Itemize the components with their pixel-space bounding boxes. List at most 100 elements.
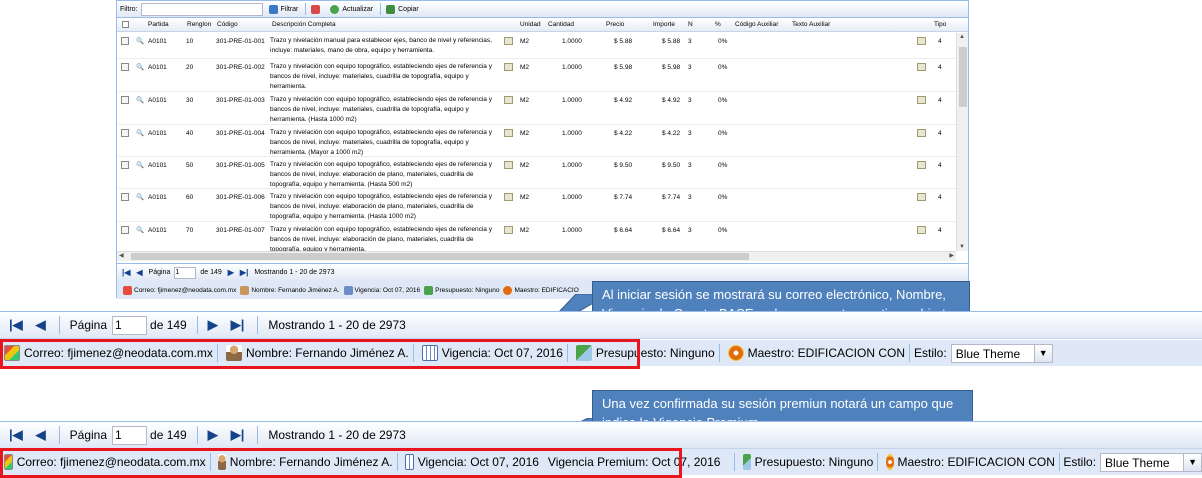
cell-partida: A0101	[148, 38, 167, 45]
column-header-partida[interactable]: Partida	[148, 21, 169, 28]
row-checkbox[interactable]	[121, 129, 129, 137]
edit-note-icon[interactable]	[504, 63, 513, 71]
cell-descripcion: Trazo y nivelación con equipo topográfic…	[270, 63, 492, 90]
funnel-icon	[268, 4, 278, 14]
edit-note-icon[interactable]	[504, 129, 513, 137]
refresh-button[interactable]: Actualizar	[330, 4, 373, 14]
table-row[interactable]: 🔍 A0101 30 301-PRE-01-003 Trazo y nivela…	[117, 92, 956, 125]
gear-icon	[727, 345, 744, 361]
cell-precio: $ 9.50	[614, 162, 633, 169]
row-checkbox[interactable]	[121, 63, 129, 71]
cell-n: 3	[688, 97, 692, 104]
first-page-icon[interactable]: |◀	[9, 317, 23, 333]
chevron-down-icon[interactable]: ▼	[1183, 453, 1202, 471]
clear-filter-button[interactable]	[311, 4, 323, 14]
row-checkbox[interactable]	[121, 226, 129, 234]
cell-descripcion: Trazo y nivelación con equipo topográfic…	[270, 96, 492, 123]
table-row[interactable]: 🔍 A0101 60 301-PRE-01-006 Trazo y nivela…	[117, 189, 956, 222]
horizontal-scrollbar[interactable]: ◀ ▶	[117, 251, 956, 261]
edit-note-icon[interactable]	[504, 226, 513, 234]
page-input[interactable]	[112, 425, 148, 445]
select-all-checkbox[interactable]	[122, 21, 129, 28]
edit-note-icon[interactable]	[917, 226, 926, 234]
page-input[interactable]	[112, 315, 148, 335]
edit-note-icon[interactable]	[917, 63, 926, 71]
row-checkbox[interactable]	[121, 193, 129, 201]
column-header-unidad[interactable]: Unidad	[520, 21, 541, 28]
cell-unidad: M2	[520, 38, 530, 45]
row-checkbox[interactable]	[121, 96, 129, 104]
edit-note-icon[interactable]	[504, 37, 513, 45]
cell-partida: A0101	[148, 162, 167, 169]
status-maestro: Maestro: EDIFICACIO	[514, 286, 579, 294]
edit-note-icon[interactable]	[917, 193, 926, 201]
filter-button[interactable]: Filtrar	[268, 4, 298, 14]
prev-page-icon[interactable]: ◀	[36, 427, 46, 443]
copy-button[interactable]: Copiar	[386, 4, 419, 14]
row-checkbox[interactable]	[121, 37, 129, 45]
edit-note-icon[interactable]	[917, 96, 926, 104]
edit-note-icon[interactable]	[504, 96, 513, 104]
column-header-cantidad[interactable]: Cantidad	[548, 21, 574, 28]
page-input[interactable]	[174, 266, 197, 279]
column-header-importe[interactable]: Importe	[653, 21, 675, 28]
table-row[interactable]: 🔍 A0101 70 301-PRE-01-007 Trazo y nivela…	[117, 222, 956, 251]
column-header-renglon[interactable]: Renglon	[187, 21, 211, 28]
table-row[interactable]: 🔍 A0101 10 301-PRE-01-001 Trazo y nivela…	[117, 33, 956, 59]
prev-page-icon[interactable]: ◀	[136, 268, 142, 277]
filter-input[interactable]	[140, 2, 263, 16]
vertical-scrollbar[interactable]: ▲ ▼	[956, 33, 968, 251]
magnifier-icon[interactable]: 🔍	[136, 129, 144, 137]
next-page-icon[interactable]: ▶	[208, 427, 218, 443]
column-header-codigo-auxiliar[interactable]: Código Auxiliar	[735, 21, 778, 28]
scroll-right-arrow-icon[interactable]: ▶	[949, 252, 954, 259]
table-row[interactable]: 🔍 A0101 50 301-PRE-01-005 Trazo y nivela…	[117, 157, 956, 189]
edit-note-icon[interactable]	[917, 161, 926, 169]
cell-partida: A0101	[148, 64, 167, 71]
next-page-icon[interactable]: ▶	[228, 268, 234, 277]
scroll-up-arrow-icon[interactable]: ▲	[959, 34, 965, 40]
column-header-descripcion[interactable]: Descripción Completa	[272, 21, 336, 28]
showing-text: Mostrando 1 - 20 de 2973	[268, 318, 406, 332]
magnifier-icon[interactable]: 🔍	[136, 226, 144, 234]
status-email: Correo: fjimenez@neodata.com.mx	[134, 286, 237, 294]
scrollbar-thumb[interactable]	[959, 47, 967, 107]
column-header-pct[interactable]: %	[715, 21, 721, 28]
edit-note-icon[interactable]	[917, 37, 926, 45]
column-header-codigo[interactable]: Código	[217, 21, 238, 28]
style-label: Estilo:	[914, 346, 947, 360]
cell-n: 3	[688, 64, 692, 71]
table-row[interactable]: 🔍 A0101 40 301-PRE-01-004 Trazo y nivela…	[117, 125, 956, 157]
last-page-icon[interactable]: ▶|	[231, 427, 245, 443]
next-page-icon[interactable]: ▶	[208, 317, 218, 333]
scroll-down-arrow-icon[interactable]: ▼	[959, 244, 965, 250]
magnifier-icon[interactable]: 🔍	[136, 63, 144, 71]
edit-note-icon[interactable]	[504, 161, 513, 169]
scroll-left-arrow-icon[interactable]: ◀	[119, 252, 124, 259]
first-page-icon[interactable]: |◀	[9, 427, 23, 443]
table-row[interactable]: 🔍 A0101 20 301-PRE-01-002 Trazo y nivela…	[117, 59, 956, 92]
cell-renglon: 20	[186, 64, 194, 71]
edit-note-icon[interactable]	[504, 193, 513, 201]
magnifier-icon[interactable]: 🔍	[136, 96, 144, 104]
status-presupuesto: Presupuesto: Ninguno	[754, 455, 874, 469]
scrollbar-thumb[interactable]	[131, 253, 749, 260]
first-page-icon[interactable]: |◀	[122, 268, 130, 277]
page-label: Página	[148, 269, 171, 276]
column-header-n[interactable]: N	[688, 21, 693, 28]
edit-note-icon[interactable]	[917, 129, 926, 137]
column-header-tipo[interactable]: Tipo	[934, 21, 946, 28]
prev-page-icon[interactable]: ◀	[36, 317, 46, 333]
column-header-precio[interactable]: Precio	[606, 21, 624, 28]
row-checkbox[interactable]	[121, 161, 129, 169]
magnifier-icon[interactable]: 🔍	[136, 37, 144, 45]
style-select[interactable]: Blue Theme ▼	[950, 343, 1053, 363]
column-header-texto-auxiliar[interactable]: Texto Auxiliar	[792, 21, 830, 28]
style-select[interactable]: Blue Theme ▼	[1100, 452, 1202, 472]
magnifier-icon[interactable]: 🔍	[136, 193, 144, 201]
magnifier-icon[interactable]: 🔍	[136, 161, 144, 169]
chevron-down-icon[interactable]: ▼	[1033, 344, 1052, 362]
last-page-icon[interactable]: ▶|	[231, 317, 245, 333]
last-page-icon[interactable]: ▶|	[240, 268, 248, 277]
cell-renglon: 10	[186, 38, 194, 45]
